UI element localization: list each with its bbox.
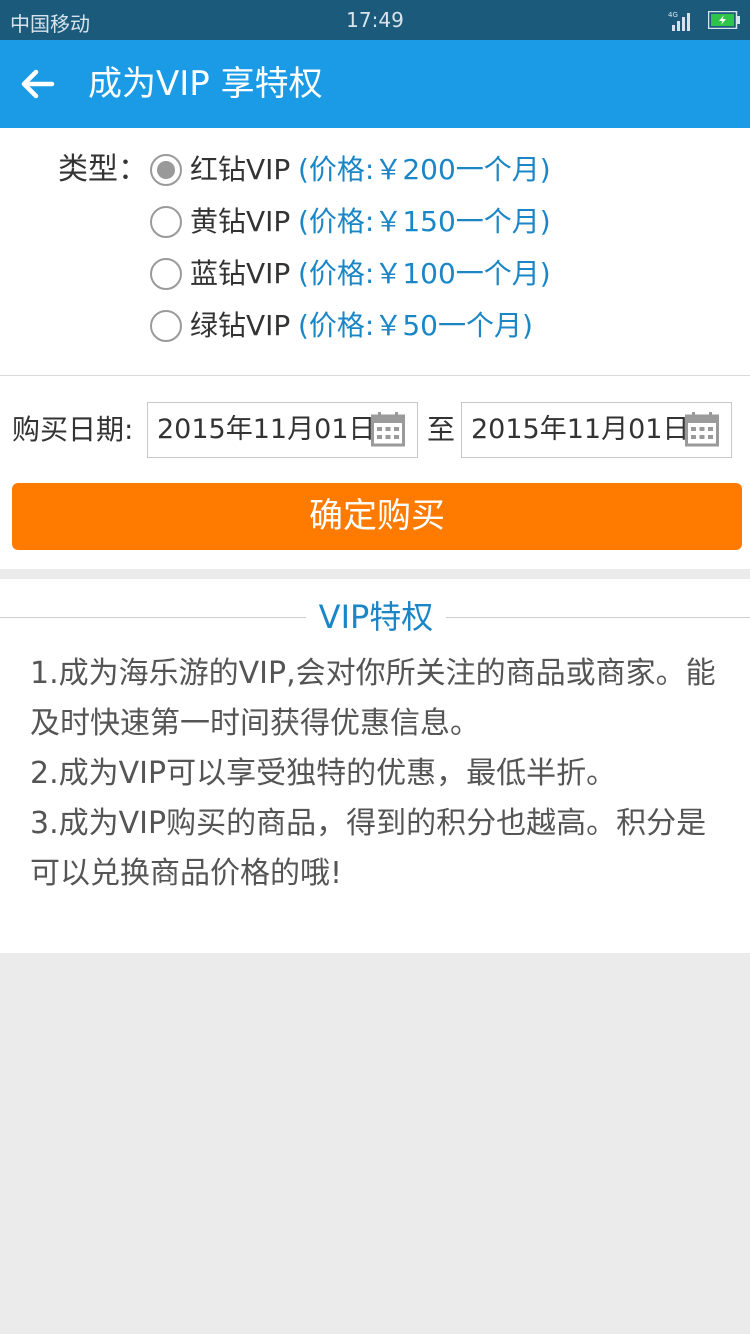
option-name: 绿钻VIP [190, 309, 291, 342]
date-separator: 至 [427, 413, 456, 446]
arrow-left-icon[interactable] [16, 64, 56, 104]
radio-button[interactable] [150, 258, 182, 290]
vip-type-panel: 类型： 红钻VIP (价格:￥200一个月) 黄钻VIP (价格:￥150一个月… [0, 128, 750, 376]
option-name: 黄钻VIP [190, 205, 291, 238]
option-name: 红钻VIP [190, 153, 291, 186]
confirm-purchase-button[interactable]: 确定购买 [12, 483, 742, 550]
privileges-text: 1.成为海乐游的VIP,会对你所关注的商品或商家。能及时快速第一时间获得优惠信息… [30, 649, 730, 899]
privileges-title: VIP特权 [318, 598, 434, 636]
end-date-field[interactable]: 2015年11月01日 [461, 402, 732, 458]
radio-button[interactable] [150, 206, 182, 238]
divider-line [0, 617, 306, 618]
start-date-value: 2015年11月01日 [157, 414, 376, 445]
start-date-field[interactable]: 2015年11月01日 [147, 402, 418, 458]
signal-icon: 4G [668, 11, 690, 31]
network-type: 4G [668, 11, 678, 19]
option-price: (价格:￥100一个月) [298, 257, 551, 290]
status-bar: 中国移动 17:49 4G [0, 0, 750, 40]
status-time: 17:49 [346, 8, 404, 32]
option-price: (价格:￥50一个月) [298, 309, 533, 342]
calendar-icon[interactable] [371, 411, 405, 447]
privilege-item: 1.成为海乐游的VIP,会对你所关注的商品或商家。能及时快速第一时间获得优惠信息… [30, 656, 716, 741]
calendar-icon[interactable] [685, 411, 719, 447]
end-date-value: 2015年11月01日 [471, 414, 690, 445]
option-price: (价格:￥150一个月) [298, 205, 551, 238]
radio-button-checked[interactable] [150, 154, 182, 186]
type-label: 类型： [58, 152, 148, 187]
purchase-panel: 购买日期: 2015年11月01日 至 2015年11月01日 确定购买 [0, 376, 750, 569]
vip-privileges-panel: VIP特权 1.成为海乐游的VIP,会对你所关注的商品或商家。能及时快速第一时间… [0, 579, 750, 953]
battery-charging-icon [708, 11, 740, 29]
privilege-item: 2.成为VIP可以享受独特的优惠，最低半折。 [30, 756, 617, 791]
option-name: 蓝钻VIP [190, 257, 291, 290]
purchase-date-label: 购买日期: [12, 413, 134, 446]
privilege-item: 3.成为VIP购买的商品，得到的积分也越高。积分是可以兑换商品价格的哦! [30, 806, 707, 891]
page-title: 成为VIP 享特权 [88, 64, 323, 104]
option-price: (价格:￥200一个月) [298, 153, 551, 186]
divider-line [446, 617, 750, 618]
radio-button[interactable] [150, 310, 182, 342]
title-bar: 成为VIP 享特权 [0, 40, 750, 128]
